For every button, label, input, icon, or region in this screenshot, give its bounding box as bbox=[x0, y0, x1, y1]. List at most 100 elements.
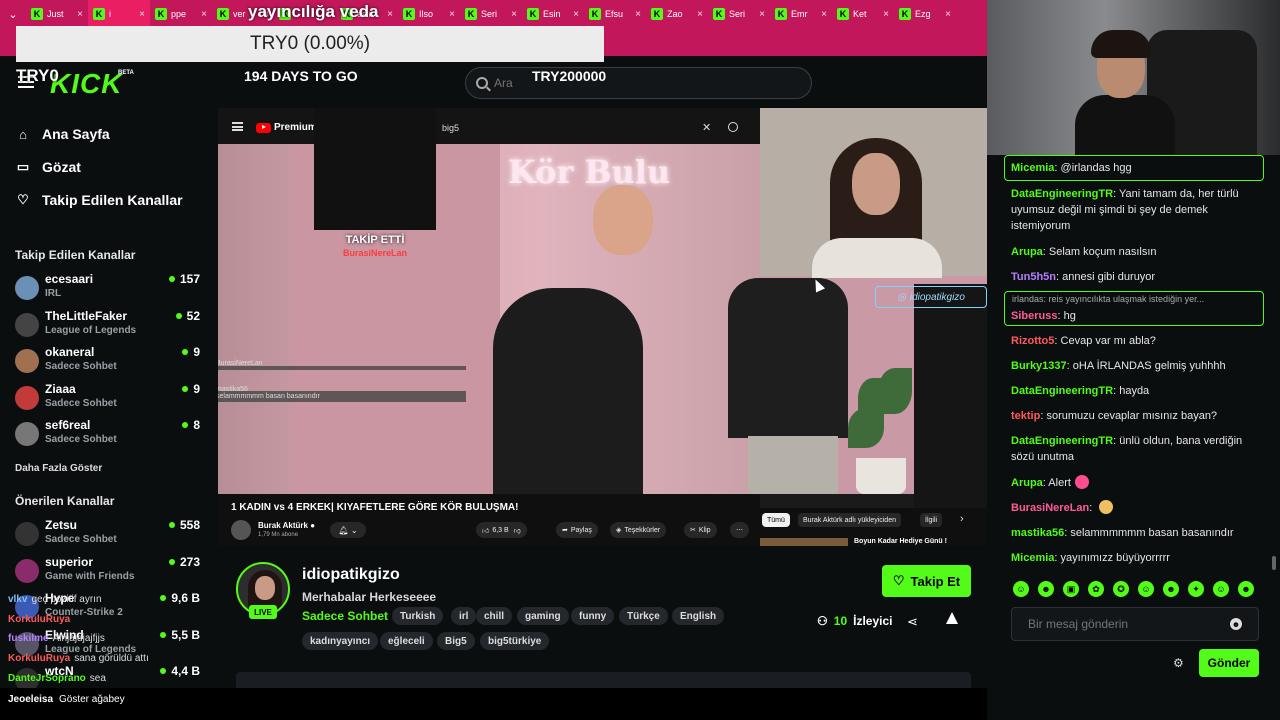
recommended-title[interactable]: Boyun Kadar Hediye Günü ! bbox=[854, 538, 947, 545]
yt-search-icon[interactable] bbox=[728, 122, 738, 132]
chat-username[interactable]: Micemia bbox=[1011, 552, 1054, 564]
yt-bell-button[interactable]: 🔔︎ ⌄ bbox=[330, 522, 366, 538]
stream-tag[interactable]: eğleceli bbox=[380, 632, 433, 650]
chat-input[interactable] bbox=[1028, 617, 1218, 631]
browser-tab[interactable]: K Just × bbox=[26, 0, 88, 28]
browser-tab[interactable]: K Seri × bbox=[460, 0, 522, 28]
chat-username[interactable]: Tun5h5n bbox=[1011, 271, 1056, 283]
emote-icon[interactable]: ✿ bbox=[1088, 581, 1104, 597]
emote-icon[interactable]: ☻ bbox=[1163, 581, 1179, 597]
chat-username[interactable]: tektip bbox=[1011, 410, 1040, 422]
chat-input-box[interactable]: ☻ bbox=[1011, 607, 1259, 641]
chat-username[interactable]: Micemia bbox=[1011, 162, 1054, 174]
report-icon[interactable] bbox=[946, 612, 958, 624]
stream-tag[interactable]: gaming bbox=[517, 607, 569, 625]
emote-icon[interactable]: ☻ bbox=[1238, 581, 1254, 597]
browser-tab[interactable]: K Zao × bbox=[646, 0, 708, 28]
chat-username[interactable]: Burky1337 bbox=[1011, 360, 1067, 372]
stream-tag[interactable]: kadınyayıncı bbox=[302, 632, 379, 650]
emote-icon[interactable]: ✦ bbox=[1188, 581, 1204, 597]
recommended-thumbnail[interactable] bbox=[760, 538, 848, 546]
emote-icon[interactable]: ☺ bbox=[1138, 581, 1154, 597]
sidebar-nav-item[interactable]: ⌂ Ana Sayfa bbox=[16, 126, 110, 142]
sidebar-nav-item[interactable]: ♡ Takip Edilen Kanallar bbox=[16, 192, 182, 208]
browser-tab[interactable]: K Emr × bbox=[770, 0, 832, 28]
chat-username[interactable]: Arupa bbox=[1011, 477, 1043, 489]
sidebar-channel[interactable]: sef6real Sadece Sohbet 8 bbox=[15, 418, 200, 454]
yt-logo[interactable]: Premium bbox=[256, 122, 317, 133]
chat-username[interactable]: DataEngineeringTR bbox=[1011, 188, 1113, 200]
yt-share-button[interactable]: ➦ Paylaş bbox=[556, 522, 598, 538]
stream-tag[interactable]: Türkçe bbox=[619, 607, 668, 625]
stream-tag[interactable]: Turkish bbox=[392, 607, 444, 625]
yt-channel-avatar[interactable] bbox=[231, 520, 251, 540]
sidebar-channel[interactable]: ecesaari IRL 157 bbox=[15, 272, 200, 308]
emote-icon[interactable]: ☺ bbox=[1013, 581, 1029, 597]
browser-tab[interactable]: K Ilso × bbox=[398, 0, 460, 28]
close-icon[interactable]: × bbox=[697, 9, 703, 20]
yt-like-button[interactable]: 👍︎ 6,3 B 👎︎ bbox=[476, 522, 527, 538]
yt-channel-name[interactable]: Burak Aktürk ● bbox=[258, 521, 315, 530]
close-icon[interactable]: × bbox=[635, 9, 641, 20]
close-icon[interactable]: × bbox=[759, 9, 765, 20]
chat-username[interactable]: Rizotto5 bbox=[1011, 335, 1054, 347]
stream-tag[interactable]: Big5 bbox=[437, 632, 475, 650]
browser-tab[interactable]: Kppe × bbox=[150, 0, 212, 28]
stream-tag[interactable]: irl bbox=[451, 607, 477, 625]
video-player[interactable]: Kör Bulu ◎ idiopatikgizo Premium big5 ✕ … bbox=[218, 108, 987, 546]
yt-thanks-button[interactable]: ◈ Teşekkürler bbox=[610, 522, 667, 538]
stream-tag[interactable]: chill bbox=[476, 607, 513, 625]
close-icon[interactable]: × bbox=[139, 9, 145, 20]
stream-tag[interactable]: big5türkiye bbox=[480, 632, 550, 650]
close-icon[interactable]: × bbox=[573, 9, 579, 20]
chat-username[interactable]: mastika56 bbox=[1011, 527, 1064, 539]
sidebar-channel[interactable]: Ziaaa Sadece Sohbet 9 bbox=[15, 382, 200, 418]
yt-menu-icon[interactable] bbox=[232, 122, 243, 131]
tab-list-chevron-icon[interactable]: ⌄ bbox=[0, 0, 26, 28]
sidebar-channel[interactable]: okaneral Sadece Sohbet 9 bbox=[15, 345, 200, 381]
browser-tab[interactable]: Ki × bbox=[88, 0, 150, 28]
show-more-link[interactable]: Daha Fazla Göster bbox=[15, 463, 102, 474]
sidebar-channel[interactable]: TheLittleFaker League of Legends 52 bbox=[15, 309, 200, 345]
browser-tab[interactable]: K Ezg × bbox=[894, 0, 956, 28]
yt-clip-button[interactable]: ✂ Klip bbox=[684, 522, 717, 538]
yt-chip[interactable]: İlgili bbox=[920, 513, 943, 527]
browser-tab[interactable]: K Ket × bbox=[832, 0, 894, 28]
share-icon[interactable]: ⋖ bbox=[907, 614, 918, 630]
browser-tab[interactable]: K Seri × bbox=[708, 0, 770, 28]
emoji-icon[interactable]: ☻ bbox=[1230, 618, 1242, 630]
browser-tab[interactable]: K Esin × bbox=[522, 0, 584, 28]
chat-username[interactable]: BurasiNereLan bbox=[1011, 502, 1089, 514]
stream-tag[interactable]: funny bbox=[571, 607, 615, 625]
kick-logo[interactable]: KICK bbox=[50, 68, 122, 100]
gear-icon[interactable]: ⚙ bbox=[1173, 656, 1184, 670]
close-icon[interactable]: × bbox=[387, 9, 393, 20]
close-icon[interactable]: × bbox=[77, 9, 83, 20]
yt-chip[interactable]: Tümü bbox=[762, 513, 790, 527]
yt-more-button[interactable]: ⋯ bbox=[730, 522, 749, 538]
close-icon[interactable]: × bbox=[821, 9, 827, 20]
yt-clear-icon[interactable]: ✕ bbox=[702, 121, 711, 134]
chevron-right-icon[interactable]: › bbox=[960, 513, 964, 525]
chat-username[interactable]: Siberuss bbox=[1011, 310, 1057, 322]
chat-scrollbar[interactable] bbox=[1272, 556, 1276, 570]
close-icon[interactable]: × bbox=[449, 9, 455, 20]
sidebar-channel[interactable]: superior Game with Friends 273 bbox=[15, 555, 200, 591]
close-icon[interactable]: × bbox=[945, 9, 951, 20]
close-icon[interactable]: × bbox=[201, 9, 207, 20]
emote-icon[interactable]: ▣ bbox=[1063, 581, 1079, 597]
emote-icon[interactable]: ☺ bbox=[1213, 581, 1229, 597]
sidebar-channel[interactable]: Zetsu Sadece Sohbet 558 bbox=[15, 518, 200, 554]
stream-tag[interactable]: English bbox=[672, 607, 725, 625]
stream-category[interactable]: Sadece Sohbet bbox=[302, 609, 388, 623]
sidebar-nav-item[interactable]: ▭ Gözat bbox=[16, 159, 81, 175]
yt-search-query[interactable]: big5 bbox=[442, 123, 459, 133]
send-button[interactable]: Gönder bbox=[1199, 649, 1259, 677]
emote-icon[interactable]: ☻ bbox=[1038, 581, 1054, 597]
close-icon[interactable]: × bbox=[883, 9, 889, 20]
chat-username[interactable]: DataEngineeringTR bbox=[1011, 435, 1113, 447]
search-bar[interactable] bbox=[465, 67, 812, 99]
emote-icon[interactable]: ✪ bbox=[1113, 581, 1129, 597]
yt-chip[interactable]: Burak Aktürk adlı yükleyiciden bbox=[798, 513, 901, 527]
close-icon[interactable]: × bbox=[511, 9, 517, 20]
